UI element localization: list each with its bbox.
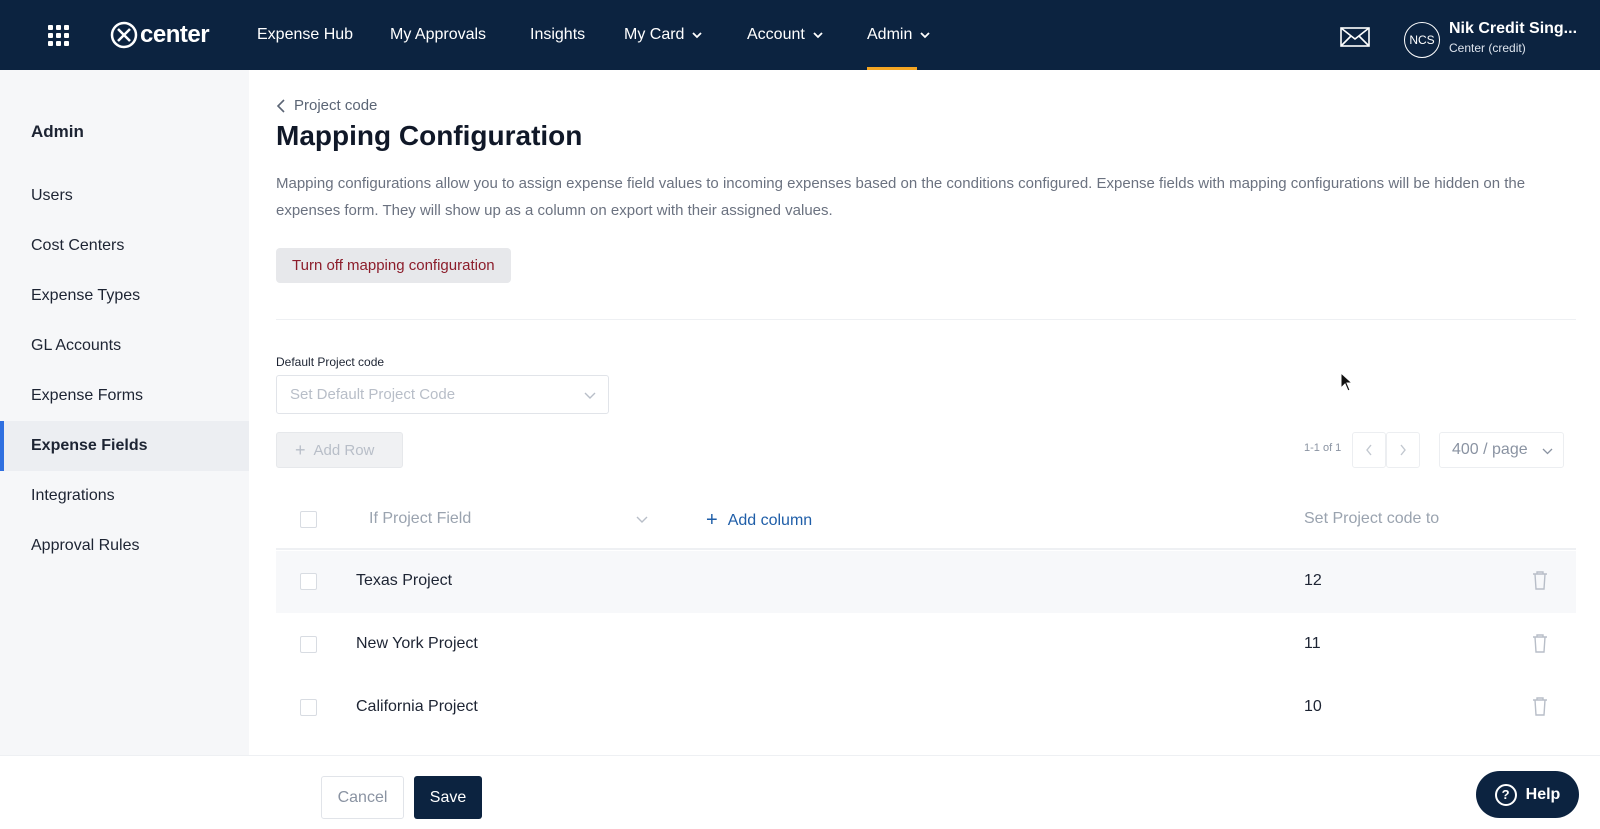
sidebar-item-users[interactable]: Users xyxy=(0,171,249,221)
nav-insights[interactable]: Insights xyxy=(530,0,585,70)
breadcrumb[interactable]: Project code xyxy=(276,97,377,114)
sidebar-item-label: Cost Centers xyxy=(31,237,125,254)
sidebar-item-cost-centers[interactable]: Cost Centers xyxy=(0,221,249,271)
page-size-value: 400 / page xyxy=(1452,441,1528,458)
brand-logo[interactable]: center xyxy=(110,21,210,49)
brand-name: center xyxy=(140,21,210,48)
footer-bar: Cancel Save ? Help xyxy=(0,755,1600,829)
page-size-select[interactable]: 400 / page xyxy=(1439,432,1564,468)
sidebar-item-expense-fields[interactable]: Expense Fields xyxy=(0,421,249,471)
row-project-name: New York Project xyxy=(356,635,478,652)
center-logo-icon xyxy=(110,21,138,49)
column-header-project-field[interactable]: If Project Field xyxy=(369,510,471,528)
section-divider xyxy=(276,319,1576,320)
mail-icon[interactable] xyxy=(1340,27,1370,47)
save-button[interactable]: Save xyxy=(414,776,482,819)
prev-page-button[interactable] xyxy=(1352,432,1386,468)
user-org: Center (credit) xyxy=(1449,41,1526,55)
row-checkbox[interactable] xyxy=(300,636,317,653)
help-label: Help xyxy=(1525,785,1561,803)
sidebar-item-label: Expense Fields xyxy=(31,437,148,454)
sidebar-item-approval-rules[interactable]: Approval Rules xyxy=(0,521,249,571)
table-row: New York Project 11 xyxy=(276,614,1576,676)
plus-icon: + xyxy=(706,509,718,531)
nav-my-card[interactable]: My Card xyxy=(624,0,703,70)
help-button[interactable]: ? Help xyxy=(1476,771,1579,818)
pagination-range: 1-1 of 1 xyxy=(1304,442,1342,454)
page-title: Mapping Configuration xyxy=(276,120,583,151)
select-all-checkbox[interactable] xyxy=(300,511,317,528)
next-page-button[interactable] xyxy=(1386,432,1420,468)
table-row: California Project 10 xyxy=(276,677,1576,739)
sidebar-item-label: Expense Types xyxy=(31,287,141,304)
row-project-code: 11 xyxy=(1304,635,1321,652)
nav-label: Account xyxy=(747,26,805,43)
table-header: If Project Field + Add column Set Projec… xyxy=(276,490,1576,550)
trash-icon[interactable] xyxy=(1531,570,1549,590)
add-column-button[interactable]: + Add column xyxy=(706,509,812,532)
chevron-down-icon xyxy=(813,32,823,39)
turn-off-mapping-button[interactable]: Turn off mapping configuration xyxy=(276,248,511,283)
chevron-down-icon xyxy=(692,32,703,39)
nav-label: My Card xyxy=(624,26,685,43)
row-project-code: 10 xyxy=(1304,698,1322,715)
sidebar-item-label: Approval Rules xyxy=(31,537,140,554)
nav-label: Admin xyxy=(867,26,913,43)
sidebar-item-label: Expense Forms xyxy=(31,387,144,404)
nav-expense-hub[interactable]: Expense Hub xyxy=(257,0,353,70)
sidebar-item-expense-types[interactable]: Expense Types xyxy=(0,271,249,321)
add-row-label: Add Row xyxy=(313,441,375,459)
admin-sidebar: Admin Users Cost Centers Expense Types G… xyxy=(0,70,249,755)
nav-label: My Approvals xyxy=(390,26,487,43)
select-placeholder: Set Default Project Code xyxy=(290,386,456,403)
breadcrumb-label: Project code xyxy=(294,97,378,114)
nav-admin[interactable]: Admin xyxy=(867,0,930,70)
chevron-down-icon[interactable] xyxy=(636,514,648,524)
row-project-name: California Project xyxy=(356,698,478,715)
nav-label: Insights xyxy=(530,26,586,43)
help-icon: ? xyxy=(1494,783,1517,806)
nav-account[interactable]: Account xyxy=(747,0,823,70)
sidebar-item-label: GL Accounts xyxy=(31,337,122,354)
table-row: Texas Project 12 xyxy=(276,551,1576,613)
nav-active-indicator xyxy=(867,67,917,70)
sidebar-item-expense-forms[interactable]: Expense Forms xyxy=(0,371,249,421)
nav-my-approvals[interactable]: My Approvals xyxy=(390,0,486,70)
chevron-down-icon xyxy=(584,392,596,399)
nav-label: Expense Hub xyxy=(257,26,354,43)
add-row-button[interactable]: + Add Row xyxy=(276,432,403,468)
default-project-code-label: Default Project code xyxy=(276,355,385,369)
top-navbar: center Expense Hub My Approvals Insights… xyxy=(0,0,1600,70)
trash-icon[interactable] xyxy=(1531,633,1549,653)
row-project-code: 12 xyxy=(1304,572,1322,589)
user-name[interactable]: Nik Credit Sing... xyxy=(1449,20,1577,38)
page-description: Mapping configurations allow you to assi… xyxy=(276,175,1526,219)
sidebar-item-gl-accounts[interactable]: GL Accounts xyxy=(0,321,249,371)
row-checkbox[interactable] xyxy=(300,699,317,716)
chevron-left-icon xyxy=(276,98,285,113)
sidebar-item-label: Integrations xyxy=(31,487,115,504)
column-header-set-project-code: Set Project code to xyxy=(1304,510,1440,527)
trash-icon[interactable] xyxy=(1531,696,1549,716)
chevron-down-icon xyxy=(920,32,930,39)
row-checkbox[interactable] xyxy=(300,573,317,590)
sidebar-title: Admin xyxy=(31,122,84,141)
default-project-code-select[interactable]: Set Default Project Code xyxy=(276,375,609,414)
plus-icon: + xyxy=(295,439,306,460)
sidebar-item-integrations[interactable]: Integrations xyxy=(0,471,249,521)
cancel-button[interactable]: Cancel xyxy=(321,776,404,819)
chevron-down-icon xyxy=(1542,448,1553,455)
add-column-label: Add column xyxy=(727,511,813,529)
app-grid-icon[interactable] xyxy=(48,25,70,47)
row-project-name: Texas Project xyxy=(356,572,453,589)
sidebar-item-label: Users xyxy=(31,187,73,204)
avatar[interactable]: NCS xyxy=(1404,22,1440,58)
chevron-left-icon xyxy=(1366,444,1372,456)
chevron-right-icon xyxy=(1400,444,1406,456)
mouse-cursor-icon xyxy=(1340,372,1354,392)
